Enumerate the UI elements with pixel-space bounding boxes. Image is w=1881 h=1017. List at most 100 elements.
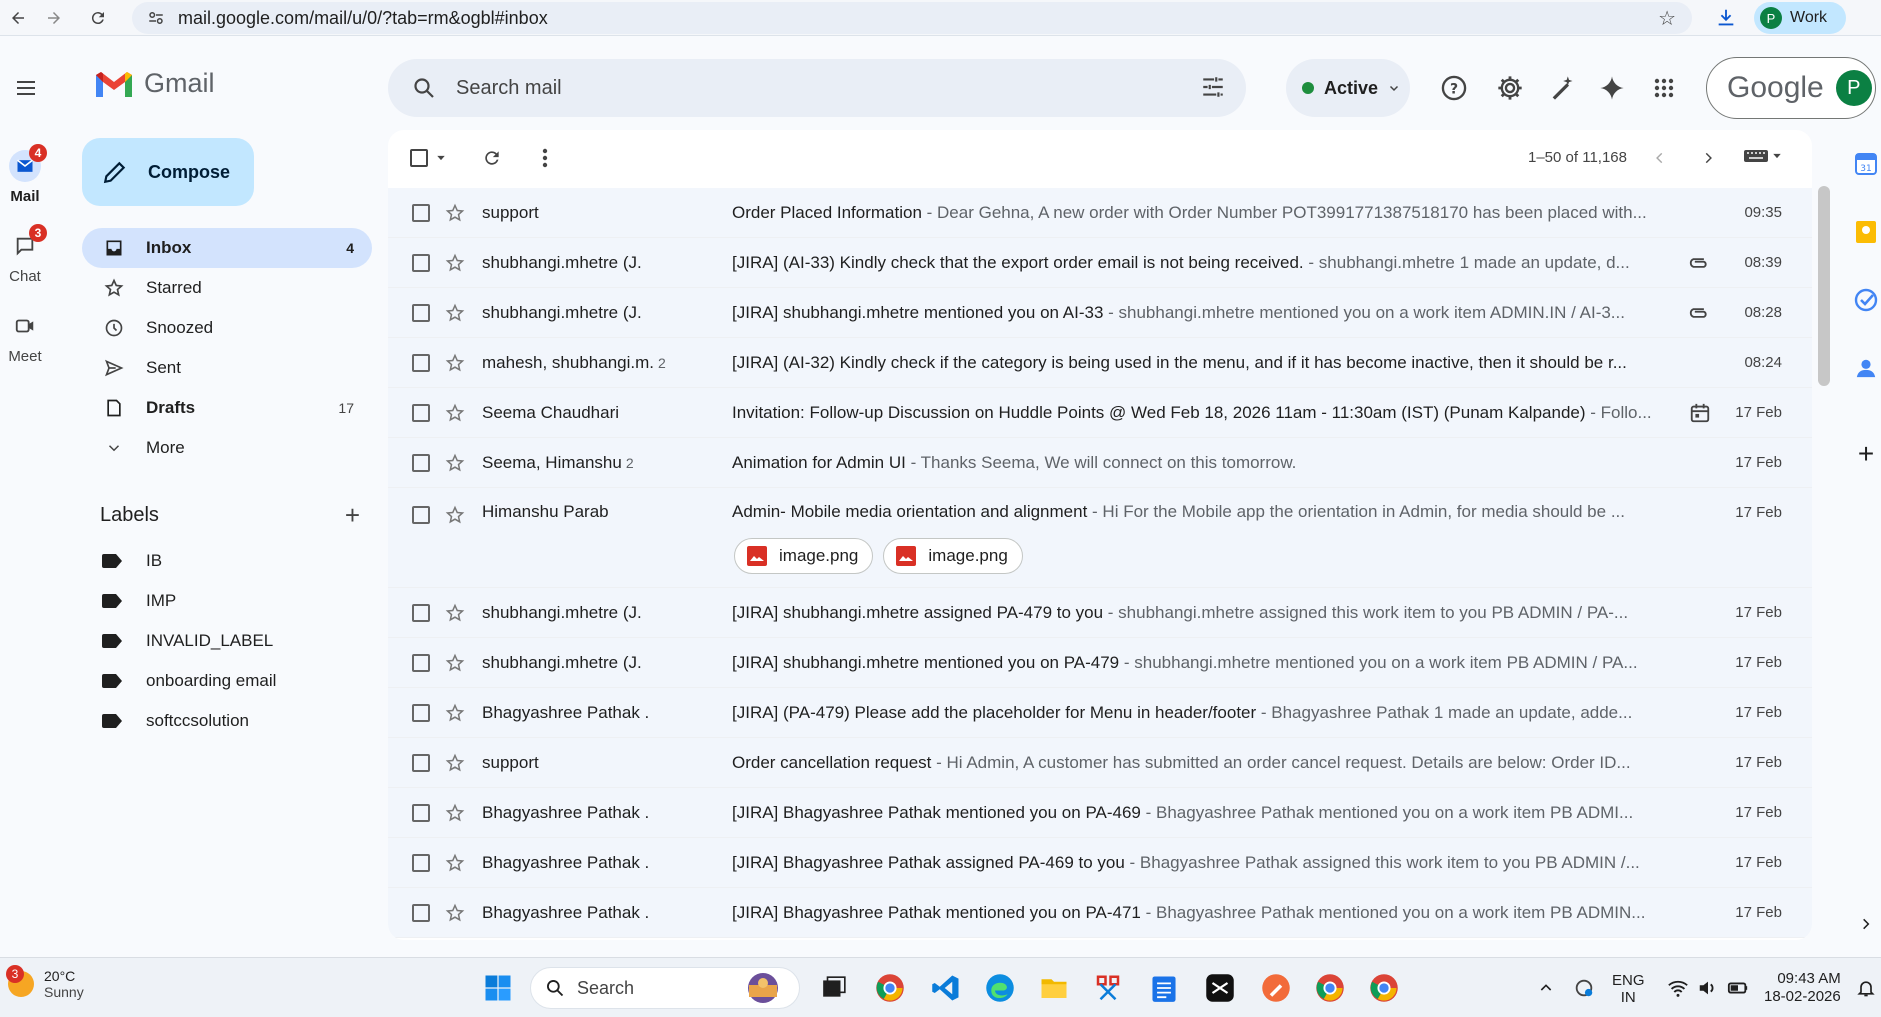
email-row[interactable]: support Order cancellation request - Hi … xyxy=(388,738,1812,788)
site-settings-icon[interactable] xyxy=(144,6,168,30)
star-icon[interactable] xyxy=(444,852,466,874)
chrome-profile-icon[interactable] xyxy=(1312,970,1348,1006)
browser-profile-button[interactable]: P Work xyxy=(1754,2,1846,34)
settings-gear-icon[interactable] xyxy=(1494,72,1526,104)
status-dropdown[interactable]: Active xyxy=(1286,59,1410,117)
tasks-app-icon[interactable] xyxy=(1852,286,1880,314)
taskbar-search[interactable]: Search xyxy=(530,967,800,1009)
email-row[interactable]: mahesh, shubhangi.m. 2 [JIRA] (AI-32) Kin… xyxy=(388,338,1812,388)
help-icon[interactable]: ? xyxy=(1438,72,1470,104)
label-item[interactable]: IMP xyxy=(102,581,276,621)
nav-item-starred[interactable]: Starred xyxy=(82,268,372,308)
row-checkbox[interactable] xyxy=(412,703,430,722)
edge-icon[interactable] xyxy=(982,970,1018,1006)
previous-page-icon[interactable] xyxy=(1646,144,1674,172)
keep-app-icon[interactable] xyxy=(1852,218,1880,246)
star-icon[interactable] xyxy=(444,702,466,724)
address-bar[interactable]: mail.google.com/mail/u/0/?tab=rm&ogbl#in… xyxy=(132,2,1692,34)
email-row[interactable]: shubhangi.mhetre (J. [JIRA] shubhangi.mh… xyxy=(388,638,1812,688)
label-item[interactable]: onboarding email xyxy=(102,661,276,701)
calendar-app-icon[interactable]: 31 xyxy=(1852,150,1880,178)
row-checkbox[interactable] xyxy=(412,853,430,872)
label-item[interactable]: softccsolution xyxy=(102,701,276,741)
email-row[interactable]: Bhagyashree Pathak . [JIRA] (PA-479) Ple… xyxy=(388,688,1812,738)
attachment-chip[interactable]: image.png xyxy=(734,538,874,574)
row-checkbox[interactable] xyxy=(412,253,430,272)
notepad-icon[interactable] xyxy=(1146,970,1182,1006)
nav-item-more[interactable]: More xyxy=(82,428,372,468)
label-item[interactable]: IB xyxy=(102,541,276,581)
capcut-icon[interactable] xyxy=(1202,970,1238,1006)
chevron-up-icon[interactable] xyxy=(1528,970,1564,1006)
star-icon[interactable] xyxy=(444,302,466,324)
attachment-chip[interactable]: image.png xyxy=(883,538,1023,574)
search-options-icon[interactable] xyxy=(1200,74,1226,105)
star-icon[interactable] xyxy=(444,752,466,774)
chrome-profile-icon[interactable] xyxy=(1366,970,1402,1006)
apps-grid-icon[interactable] xyxy=(1648,72,1680,104)
calendar-icon[interactable] xyxy=(1688,401,1712,425)
chrome-icon[interactable] xyxy=(872,970,908,1006)
more-options-icon[interactable] xyxy=(542,142,548,174)
magic-wand-icon[interactable] xyxy=(1546,72,1578,104)
back-icon[interactable] xyxy=(0,0,36,36)
row-checkbox[interactable] xyxy=(412,403,430,422)
star-icon[interactable] xyxy=(444,652,466,674)
network-status-icon[interactable] xyxy=(1566,970,1602,1006)
row-checkbox[interactable] xyxy=(412,303,430,322)
select-all-checkbox[interactable] xyxy=(410,142,446,174)
nav-item-drafts[interactable]: Drafts 17 xyxy=(82,388,372,428)
search-input[interactable] xyxy=(456,76,1156,100)
star-icon[interactable] xyxy=(444,452,466,474)
battery-icon[interactable] xyxy=(1720,970,1756,1006)
row-checkbox[interactable] xyxy=(412,203,430,222)
row-checkbox[interactable] xyxy=(412,903,430,922)
email-row[interactable]: support Order Placed Information - Dear … xyxy=(388,188,1812,238)
star-icon[interactable] xyxy=(444,402,466,424)
refresh-icon[interactable] xyxy=(482,142,502,174)
label-item[interactable]: INVALID_LABEL xyxy=(102,621,276,661)
star-icon[interactable] xyxy=(444,202,466,224)
rail-meet[interactable]: Meet xyxy=(0,310,50,365)
row-checkbox[interactable] xyxy=(412,353,430,372)
email-row[interactable]: Bhagyashree Pathak . [JIRA] Bhagyashree … xyxy=(388,788,1812,838)
star-icon[interactable] xyxy=(444,504,466,526)
email-row[interactable]: shubhangi.mhetre (J. [JIRA] shubhangi.mh… xyxy=(388,288,1812,338)
nav-item-inbox[interactable]: Inbox 4 xyxy=(82,228,372,268)
search-icon[interactable] xyxy=(410,74,438,102)
row-checkbox[interactable] xyxy=(412,803,430,822)
star-icon[interactable] xyxy=(444,802,466,824)
compose-button[interactable]: Compose xyxy=(82,138,254,206)
gmail-logo[interactable]: Gmail xyxy=(94,68,215,99)
add-label-icon[interactable]: + xyxy=(345,500,360,531)
row-checkbox[interactable] xyxy=(412,653,430,672)
postman-icon[interactable] xyxy=(1258,970,1294,1006)
google-account-button[interactable]: Google P xyxy=(1706,57,1876,119)
rail-mail[interactable]: 4 Mail xyxy=(0,144,50,205)
row-checkbox[interactable] xyxy=(412,453,430,472)
system-clock[interactable]: 09:43 AM 18-02-2026 xyxy=(1764,970,1841,1006)
snipping-tool-icon[interactable] xyxy=(1090,970,1126,1006)
contacts-app-icon[interactable] xyxy=(1852,354,1880,382)
email-row[interactable]: shubhangi.mhetre (J. [JIRA] (AI-33) Kind… xyxy=(388,238,1812,288)
add-addon-icon[interactable]: + xyxy=(1852,438,1880,469)
nav-item-sent[interactable]: Sent xyxy=(82,348,372,388)
row-checkbox[interactable] xyxy=(412,753,430,772)
bookmark-star-icon[interactable]: ☆ xyxy=(1658,6,1676,31)
chevron-right-icon[interactable] xyxy=(1852,910,1880,938)
star-icon[interactable] xyxy=(444,602,466,624)
nav-item-snoozed[interactable]: Snoozed xyxy=(82,308,372,348)
next-page-icon[interactable] xyxy=(1694,144,1722,172)
download-icon[interactable] xyxy=(1710,2,1742,34)
email-row[interactable]: Bhagyashree Pathak . [JIRA] Bhagyashree … xyxy=(388,888,1812,938)
reload-icon[interactable] xyxy=(80,0,116,36)
email-row[interactable]: Seema Chaudhari Invitation: Follow-up Di… xyxy=(388,388,1812,438)
email-row[interactable]: Himanshu Parab Admin- Mobile media orien… xyxy=(388,488,1812,588)
language-indicator[interactable]: ENG IN xyxy=(1612,972,1645,1006)
star-icon[interactable] xyxy=(444,902,466,924)
star-icon[interactable] xyxy=(444,352,466,374)
list-scrollbar[interactable] xyxy=(1818,186,1830,386)
email-row[interactable]: shubhangi.mhetre (J. [JIRA] shubhangi.mh… xyxy=(388,588,1812,638)
star-icon[interactable] xyxy=(444,252,466,274)
notification-bell-icon[interactable] xyxy=(1848,970,1881,1006)
